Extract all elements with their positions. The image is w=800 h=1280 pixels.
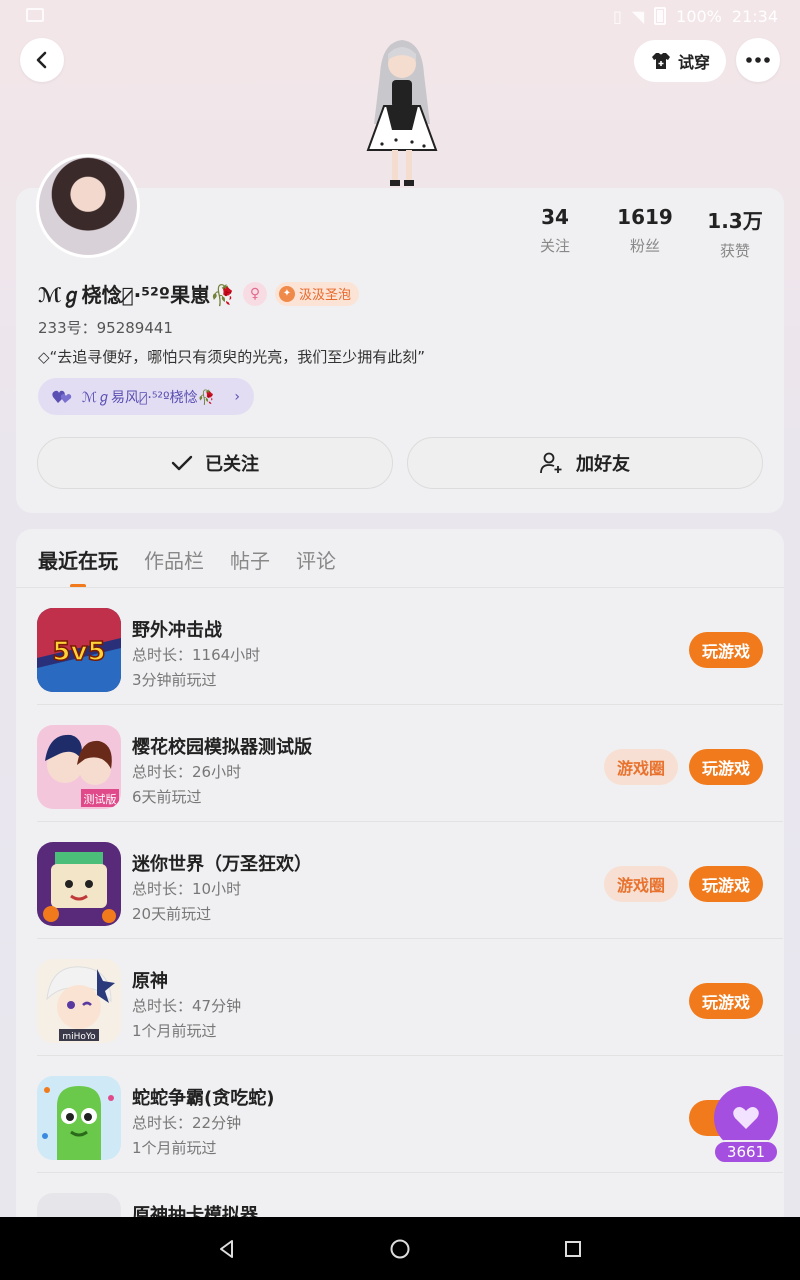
play-game-button[interactable]: 玩游戏 bbox=[689, 749, 763, 785]
game-row[interactable]: 测试版 樱花校园模拟器测试版 总时长：26小时 6天前玩过 游戏圈 玩游戏 bbox=[37, 705, 783, 822]
game-row[interactable]: 5v5 野外冲击战 总时长：1164小时 3分钟前玩过 玩游戏 bbox=[37, 588, 783, 705]
game-row[interactable]: miHoYo 原神 总时长：47分钟 1个月前玩过 玩游戏 bbox=[37, 939, 783, 1056]
game-circle-button[interactable]: 游戏圈 bbox=[604, 866, 678, 902]
battery-level: 100% bbox=[676, 6, 722, 26]
game-last-played: 3分钟前玩过 bbox=[132, 671, 217, 689]
check-icon bbox=[171, 455, 193, 471]
game-last-played: 1个月前玩过 bbox=[132, 1022, 217, 1040]
game-icon-5v5[interactable]: 5v5 bbox=[37, 608, 121, 692]
battery-icon bbox=[654, 7, 667, 25]
game-duration: 总时长：1164小时 bbox=[132, 646, 261, 664]
game-circle-button[interactable]: 游戏圈 bbox=[604, 749, 678, 785]
tab-works[interactable]: 作品栏 bbox=[144, 545, 204, 574]
profile-stats: 34 关注 1619 粉丝 1.3万 获赞 bbox=[510, 205, 780, 261]
game-row[interactable]: 蛇蛇争霸(贪吃蛇) 总时长：22分钟 1个月前玩过 玩 bbox=[37, 1056, 783, 1173]
avatar[interactable] bbox=[36, 154, 140, 258]
chevron-right-icon: › bbox=[234, 388, 240, 405]
game-duration: 总时长：26小时 bbox=[132, 763, 242, 781]
tab-bar: 最近在玩 作品栏 帖子 评论 bbox=[38, 545, 336, 574]
game-icon-mini[interactable] bbox=[37, 842, 121, 926]
bio: ◇“去追寻便好，哪怕只有须臾的光亮，我们至少拥有此刻” bbox=[38, 348, 426, 366]
add-friend-button[interactable]: 加好友 bbox=[407, 437, 763, 489]
status-bar: ▯ ◥ 100% 21:34 bbox=[0, 0, 800, 32]
follow-label: 已关注 bbox=[205, 454, 259, 475]
more-dots-icon bbox=[746, 57, 770, 63]
game-last-played: 6天前玩过 bbox=[132, 788, 202, 806]
play-game-button[interactable]: 玩游戏 bbox=[689, 632, 763, 668]
vibrate-icon: ▯ bbox=[613, 6, 622, 26]
play-game-button[interactable]: 玩游戏 bbox=[689, 983, 763, 1019]
stat-likes[interactable]: 1.3万 获赞 bbox=[690, 205, 780, 261]
more-button[interactable] bbox=[736, 38, 780, 82]
svg-text:5v5: 5v5 bbox=[52, 637, 105, 667]
back-nav-icon[interactable] bbox=[216, 1238, 238, 1260]
try-on-label: 试穿 bbox=[677, 53, 710, 72]
game-icon-genshin[interactable]: miHoYo bbox=[37, 959, 121, 1043]
game-title: 樱花校园模拟器测试版 bbox=[132, 737, 312, 758]
clock: 21:34 bbox=[731, 6, 778, 26]
notification-icon bbox=[26, 7, 44, 26]
game-icon-snake[interactable] bbox=[37, 1076, 121, 1160]
play-game-button[interactable]: 玩游戏 bbox=[689, 866, 763, 902]
double-heart-icon bbox=[52, 390, 72, 403]
tab-recent[interactable]: 最近在玩 bbox=[38, 545, 118, 574]
stat-label: 粉丝 bbox=[629, 237, 660, 255]
like-count: 3661 bbox=[713, 1140, 779, 1164]
game-title: 原神 bbox=[132, 971, 168, 992]
stat-value: 1619 bbox=[617, 205, 673, 229]
stat-label: 关注 bbox=[539, 237, 570, 255]
avatar-figure[interactable] bbox=[352, 34, 452, 190]
home-nav-icon[interactable] bbox=[389, 1238, 411, 1260]
heart-icon bbox=[733, 1107, 759, 1129]
tab-posts[interactable]: 帖子 bbox=[230, 545, 270, 574]
name-row: ℳℊ桡惗ℊ̷·⁵²º果崽🥀 ♀ ✦ 汲汲圣泡 bbox=[38, 279, 359, 308]
game-last-played: 1个月前玩过 bbox=[132, 1139, 217, 1157]
female-icon: ♀ bbox=[242, 281, 267, 306]
username: ℳℊ桡惗ℊ̷·⁵²º果崽🥀 bbox=[38, 283, 235, 307]
medal-label: 汲汲圣泡 bbox=[298, 288, 351, 303]
try-on-button[interactable]: 试穿 bbox=[634, 40, 726, 82]
club-pill[interactable]: ℳℊ易风ℊ̷·⁵²º桡惗🥀 › bbox=[38, 378, 254, 415]
game-title: 迷你世界（万圣狂欢） bbox=[132, 854, 312, 875]
add-user-icon bbox=[540, 452, 562, 474]
medal-badge[interactable]: ✦ 汲汲圣泡 bbox=[274, 281, 359, 306]
follow-button[interactable]: 已关注 bbox=[37, 437, 393, 489]
game-last-played: 20天前玩过 bbox=[132, 905, 212, 923]
svg-text:测试版: 测试版 bbox=[84, 792, 117, 806]
shirt-icon bbox=[651, 53, 670, 69]
game-title: 野外冲击战 bbox=[132, 620, 222, 641]
game-row[interactable]: 迷你世界（万圣狂欢） 总时长：10小时 20天前玩过 游戏圈 玩游戏 bbox=[37, 822, 783, 939]
stat-value: 34 bbox=[541, 205, 569, 229]
wifi-icon: ◥ bbox=[631, 6, 645, 26]
stat-following[interactable]: 34 关注 bbox=[510, 205, 600, 261]
game-icon-sakura[interactable]: 测试版 bbox=[37, 725, 121, 809]
user-id: 233号：95289441 bbox=[38, 319, 173, 337]
chevron-left-icon bbox=[36, 51, 47, 69]
back-button[interactable] bbox=[20, 38, 64, 82]
game-duration: 总时长：22分钟 bbox=[132, 1114, 242, 1132]
stat-label: 获赞 bbox=[719, 242, 750, 260]
tab-comments[interactable]: 评论 bbox=[296, 545, 336, 574]
activity-card: 最近在玩 作品栏 帖子 评论 5v5 野外冲击战 总时长：1164小时 3分钟前… bbox=[16, 529, 784, 1229]
recents-nav-icon[interactable] bbox=[562, 1238, 584, 1260]
game-duration: 总时长：47分钟 bbox=[132, 997, 242, 1015]
add-friend-label: 加好友 bbox=[576, 454, 630, 475]
svg-text:miHoYo: miHoYo bbox=[62, 1032, 96, 1042]
system-nav-bar bbox=[0, 1217, 800, 1280]
game-duration: 总时长：10小时 bbox=[132, 880, 242, 898]
stat-value: 1.3万 bbox=[707, 209, 763, 233]
stat-fans[interactable]: 1619 粉丝 bbox=[600, 205, 690, 261]
game-title: 蛇蛇争霸(贪吃蛇) bbox=[132, 1088, 275, 1109]
club-label: ℳℊ易风ℊ̷·⁵²º桡惗🥀 bbox=[82, 389, 216, 406]
medal-icon: ✦ bbox=[278, 285, 295, 302]
